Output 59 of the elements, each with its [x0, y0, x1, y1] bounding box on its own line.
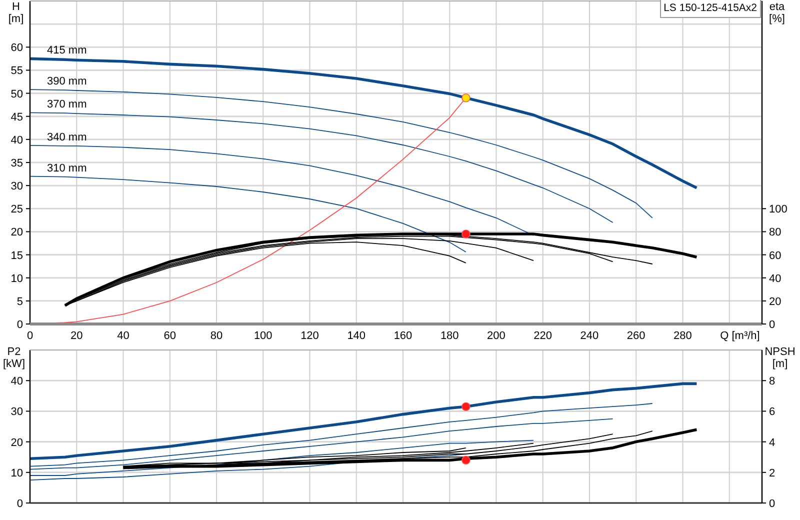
tick-label: 240	[580, 330, 599, 342]
tick-label: 60	[164, 330, 176, 342]
tick-label: 30	[10, 406, 23, 418]
tick-label: 60	[10, 42, 23, 54]
tick-label: 40	[117, 330, 130, 342]
axis-title: H	[12, 1, 20, 13]
tick-label: 0	[769, 319, 776, 331]
tick-label: 8	[769, 376, 776, 388]
tick-label: 20	[769, 296, 782, 308]
tick-label: 35	[10, 158, 23, 170]
tick-label: 180	[440, 330, 459, 342]
tick-label: 10	[10, 467, 23, 480]
tick-label: 55	[10, 65, 23, 78]
tick-label: 120	[300, 330, 319, 342]
tick-label: 160	[394, 330, 412, 342]
tick-label: 0	[769, 498, 776, 510]
tick-label: 0	[16, 498, 23, 510]
tick-label: 50	[10, 88, 23, 100]
tick-label: 220	[534, 330, 552, 342]
tick-label: 100	[254, 330, 272, 342]
tick-label: 60	[769, 250, 782, 262]
axis-title: Q [m³/h]	[720, 330, 760, 342]
model-label: LS 150-125-415Ax2	[660, 0, 761, 18]
tick-label: 6	[769, 406, 776, 418]
tick-label: 200	[487, 330, 506, 342]
tick-label: 45	[10, 111, 23, 124]
axis-title: NPSH	[764, 346, 796, 358]
axis-unit: [kW]	[3, 358, 25, 370]
tick-label: 2	[769, 467, 776, 480]
tick-label: 20	[10, 226, 23, 239]
tick-label: 80	[210, 330, 223, 342]
axis-unit: [%]	[769, 13, 785, 25]
tick-label: 40	[10, 376, 23, 388]
tick-label: 0	[16, 319, 23, 331]
tick-label: 4	[769, 436, 776, 449]
tick-label: 20	[10, 436, 23, 449]
tick-label: 15	[10, 250, 23, 262]
tick-label: 80	[769, 226, 782, 239]
tick-label: 30	[10, 180, 23, 193]
curve-label: 370 mm	[47, 98, 87, 111]
tick-label: 10	[10, 272, 23, 285]
axis-title: P2	[7, 346, 21, 358]
tick-label: 5	[16, 296, 23, 308]
curve-label: 340 mm	[47, 131, 87, 144]
tick-label: 25	[10, 204, 23, 216]
tick-label: 0	[26, 330, 34, 342]
curve-label: 415 mm	[47, 44, 87, 57]
tick-label: 140	[347, 330, 366, 342]
tick-label: 20	[70, 330, 83, 342]
tick-label: 100	[769, 204, 788, 216]
tick-label: 280	[674, 330, 692, 342]
curve-label: 390 mm	[47, 76, 87, 88]
axis-title: eta	[769, 1, 785, 13]
tick-label: 40	[10, 134, 23, 146]
tick-label: 40	[769, 272, 782, 285]
curve-label: 310 mm	[47, 162, 87, 174]
axis-unit: [m]	[8, 13, 24, 25]
axis-unit: [m]	[772, 358, 788, 370]
tick-label: 260	[626, 330, 646, 342]
